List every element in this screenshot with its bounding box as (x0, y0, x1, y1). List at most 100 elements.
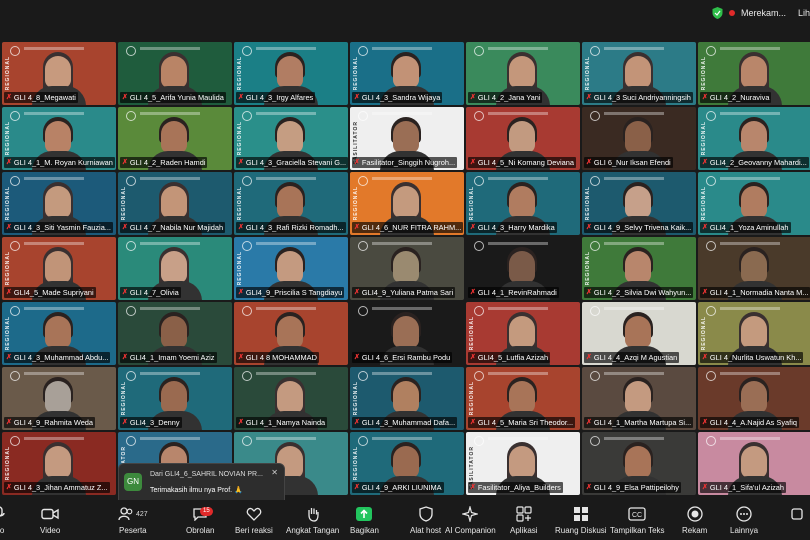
ruang-diskusi-button[interactable]: Ruang Diskusi (555, 505, 607, 539)
background-vertical-text: REGIONAL (469, 316, 475, 351)
participant-name-label: ✗ GLI 4_1_M. Royan Kurniawan (4, 157, 115, 168)
mic-muted-icon: ✗ (702, 224, 708, 231)
participant-tile[interactable]: REGIONAL ✗ GLI 4_3_Muhammad Abdu... (2, 302, 116, 365)
participant-name-label: ✗ GLI 4_3_Muhammad Abdu... (4, 352, 111, 363)
participant-tile[interactable]: REGIONAL ✗ GLI 4_Nurlita Uswatun Kh... (698, 302, 810, 365)
recording-label: Merekam... (740, 8, 786, 18)
tampilkan-teks-button[interactable]: CC Tampilkan Teks (610, 505, 665, 539)
participant-tile[interactable]: FASILITATOR ✗ Fasilitator_Singgih Nugroh..… (350, 107, 464, 170)
participant-face (45, 316, 72, 348)
participant-tile[interactable]: REGIONAL ✗ GLI 4_3_Harry Mardika (466, 172, 580, 235)
participant-tile[interactable]: ✗ GLI 4_1_RevinRahmadi (466, 237, 580, 300)
participant-tile[interactable]: REGIONAL ✗ GLI 4_3_Sandra Wijaya (350, 42, 464, 105)
participant-tile[interactable]: REGIONAL ✗ GLI4_2_Geovanny Mahardi... (698, 107, 810, 170)
angkat-tangan-button[interactable]: Angkat Tangan (286, 505, 339, 539)
participant-face (625, 381, 652, 413)
participant-tile[interactable]: REGIONAL ✗ GLI 4_9_Selvy Trivena Kaik... (582, 172, 696, 235)
lainnya-button[interactable]: Lainnya (730, 505, 758, 539)
participant-name: GLI 4_9_Elsa Pattipeilohy (593, 483, 679, 492)
participant-tile[interactable]: REGIONAL ✗ GLI4_5_Made Supriyani (2, 237, 116, 300)
mic-muted-icon: ✗ (6, 159, 12, 166)
background-banner (24, 372, 84, 375)
participant-tile[interactable]: ✗ GLI 6_Nur Iksan Efendi (582, 107, 696, 170)
participant-tile[interactable]: ✗ GLI 4 8 MOHAMMAD (234, 302, 348, 365)
mic-muted-icon: ✗ (702, 419, 708, 426)
participant-name: GLI 4_3_Irgy Alfares (245, 93, 314, 102)
participant-tile[interactable]: ✗ GLI 4_6_Ersi Rambu Podu (350, 302, 464, 365)
participant-tile[interactable]: REGIONAL ✗ GLI 4_3_Graciella Stevani G... (234, 107, 348, 170)
participant-tile[interactable]: ✗ GLI 4_1_Sifa'ul Azizah (698, 432, 810, 495)
video-button[interactable]: Video (40, 505, 60, 539)
participant-tile[interactable]: REGIONAL ✗ GLI 4_3_Siti Yasmin Fauzia... (2, 172, 116, 235)
participant-tile[interactable]: ✗ GLI 4_1_Normadia Nanta M... (698, 237, 810, 300)
beri-reaksi-button[interactable]: Beri reaksi (235, 505, 273, 539)
logo-icon (358, 46, 368, 56)
participant-name: GLI 4_1_RevinRahmadi (477, 288, 557, 297)
participant-tile[interactable]: ✗ GLI 4_5_Ni Komang Deviana (466, 107, 580, 170)
participant-tile[interactable]: REGIONAL ✗ GLI 4_3_Irgy Alfares (234, 42, 348, 105)
participant-tile[interactable]: REGIONAL ✗ GLI 4_3_Jihan Ammatuz Z... (2, 432, 116, 495)
background-banner (140, 177, 200, 180)
participant-tile[interactable]: ✗ GLI 4_1_Namya Nainda (234, 367, 348, 430)
participant-name: GLI 4_1_Normadia Nanta M... (709, 288, 809, 297)
participant-tile[interactable]: ✗ GLI 4_2_Jana Yani (466, 42, 580, 105)
participant-tile[interactable]: REGIONAL ✗ GLI 4_5_Maria Sri Theodor... (466, 367, 580, 430)
logo-icon (474, 176, 484, 186)
participant-tile[interactable]: REGIONAL ✗ GLI 4_9_ARKI LIUNIMA (350, 432, 464, 495)
peserta-button[interactable]: 427 Peserta (118, 505, 148, 539)
participant-face (45, 381, 72, 413)
ai-companion-button[interactable]: AI Companion (445, 505, 496, 539)
rekam-button[interactable]: Rekam (682, 505, 707, 539)
participant-tile[interactable]: REGIONAL ✗ GLI 4_3_Rafi Rizki Romadh... (234, 172, 348, 235)
participant-tile[interactable]: REGIONAL ✗ GLI 4_8_Megawati (2, 42, 116, 105)
participant-tile[interactable]: REGIONAL ✗ GLI 4_2_Nuraviva (698, 42, 810, 105)
participant-tile[interactable]: ✗ GLI4_1_Imam Yoemi Aziz (118, 302, 232, 365)
participant-tile[interactable]: REGIONAL ✗ GLI 4_3_Muhammad Dafa... (350, 367, 464, 430)
participant-tile[interactable]: ✗ GLI 4_4_Azqi M Agustian (582, 302, 696, 365)
participant-tile[interactable]: ✗ GLI 4_1_Martha Martupa Si... (582, 367, 696, 430)
participant-tile[interactable]: ✗ GLI 4_2_Raden Hamdi (118, 107, 232, 170)
participant-tile[interactable]: ✗ GLI 4_5_Arifa Yunia Maulida (118, 42, 232, 105)
view-menu-label[interactable]: Lih (798, 8, 810, 18)
participant-tile[interactable]: REGIONAL ✗ GLI4_3_Denny (118, 367, 232, 430)
participant-tile[interactable]: ✗ GLI 4_4_A.Najid As Syafiq (698, 367, 810, 430)
participant-tile[interactable]: REGIONAL ✗ GLI 4_6_NUR FITRA RAHM... (350, 172, 464, 235)
obrolan-button[interactable]: 15 Obrolan (186, 505, 214, 539)
participant-tile[interactable]: REGIONAL ✗ GLI4_1_Yoza Aminullah (698, 172, 810, 235)
background-banner (604, 47, 664, 50)
participant-name-label: ✗ GLI4_2_Geovanny Mahardi... (700, 157, 809, 168)
logo-icon (126, 176, 136, 186)
participant-tile[interactable]: ✗ GLI 4_7_Olivia (118, 237, 232, 300)
leave-button[interactable] (790, 505, 806, 539)
background-vertical-text: REGIONAL (5, 186, 11, 221)
participant-name-label: ✗ GLI4_1_Yoza Aminullah (700, 222, 791, 233)
participant-name: GLI 4_3_Muhammad Abdu... (13, 353, 109, 362)
participant-tile[interactable]: REGIONAL ✗ GLI4_5_Lutfia Azizah (466, 302, 580, 365)
logo-icon (590, 241, 600, 251)
participant-tile[interactable]: REGIONAL ✗ GLI4_9_Priscilia S Tangdiayu (234, 237, 348, 300)
participant-tile[interactable]: ✗ GLI4_9_Yuliana Patma Sari (350, 237, 464, 300)
mic-muted-icon: ✗ (122, 419, 128, 426)
participant-name-label: ✗ GLI 4_3_Irgy Alfares (236, 92, 316, 103)
participant-tile[interactable]: ✗ GLI 4_9_Rahmita Weda (2, 367, 116, 430)
participant-tile[interactable]: REGIONAL ✗ GLI 4_2_Silvia Dwi Wahyun... (582, 237, 696, 300)
participant-face (625, 316, 652, 348)
participant-tile[interactable]: REGIONAL ✗ GLI 4_1_M. Royan Kurniawan (2, 107, 116, 170)
bagikan-button[interactable]: Bagikan (350, 505, 379, 539)
alat-host-button[interactable]: Alat host (410, 505, 441, 539)
participant-name-label: ✗ GLI 4_5_Ni Komang Deviana (468, 157, 577, 168)
participant-tile[interactable]: REGIONAL ✗ GLI 4_3 Suci Andriyanningsih (582, 42, 696, 105)
participant-name: GLI 4_3 Suci Andriyanningsih (593, 93, 691, 102)
meeting-toolbar: dio Video 427 Peserta 15 Obrolan Beri reaksi An… (0, 500, 810, 540)
logo-icon (10, 436, 20, 446)
dio-button[interactable]: dio (0, 505, 6, 539)
participant-tile[interactable]: FASILITATOR ✗ Fasilitator_Aliya_Builders (466, 432, 580, 495)
aplikasi-button[interactable]: Aplikasi (510, 505, 538, 539)
participant-name-label: ✗ GLI 4_7_Nabila Nur Majidah (120, 222, 226, 233)
participant-tile[interactable]: REGIONAL ✗ GLI 4_7_Nabila Nur Majidah (118, 172, 232, 235)
apps-icon (516, 505, 532, 523)
close-icon[interactable]: ✕ (271, 468, 278, 477)
participant-face (45, 446, 72, 478)
participant-tile[interactable]: ✗ GLI 4_9_Elsa Pattipeilohy (582, 432, 696, 495)
recording-indicator[interactable]: Merekam... Lih (712, 7, 810, 19)
